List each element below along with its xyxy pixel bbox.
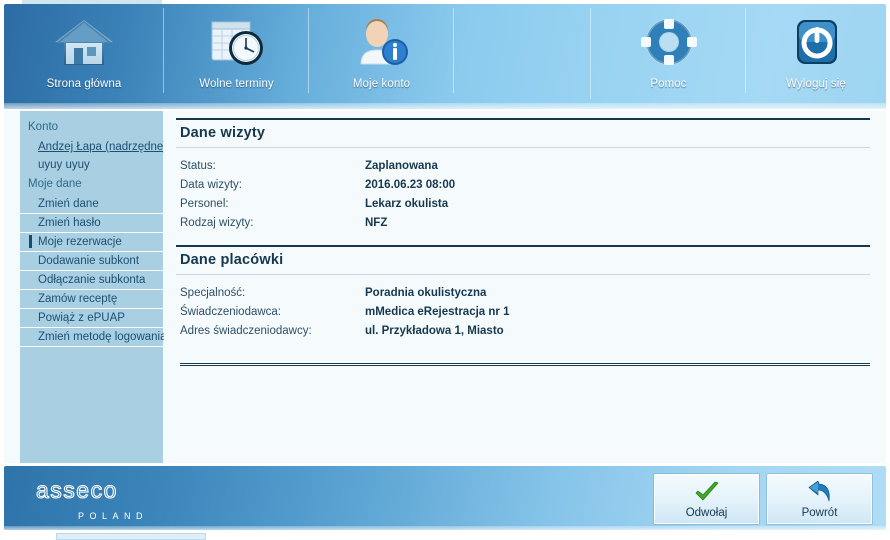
button-label: Powrót <box>801 506 838 519</box>
nav-label: Pomoc <box>650 78 687 90</box>
field-row-status: Status: Zaplanowana <box>176 157 870 176</box>
field-value: Poradnia okulistyczna <box>365 287 487 299</box>
sidebar-item-zmien-haslo[interactable]: Zmień hasło <box>20 214 163 233</box>
section-title-dane-wizyty: Dane wizyty <box>180 125 266 141</box>
nav-pomoc[interactable]: Pomoc <box>591 4 746 103</box>
sidebar-item-zmien-metode-logowania[interactable]: Zmień metodę logowania <box>20 328 167 347</box>
nav-label: Moje konto <box>352 78 411 90</box>
field-label: Rodzaj wizyty: <box>180 217 254 229</box>
main-content: Dane wizyty Status: Zaplanowana Data wiz… <box>164 111 886 463</box>
main-navigation-bar: Strona główna Wolne terminy Moje konto P… <box>4 4 886 109</box>
logo-subtitle: POLAND <box>77 511 148 521</box>
field-row-specjalnosc: Specjalność: Poradnia okulistyczna <box>176 284 870 303</box>
field-value: Zaplanowana <box>365 160 438 172</box>
field-label: Specjalność: <box>180 287 246 299</box>
user-info-icon <box>351 14 413 72</box>
page-footer: asseco POLAND Odwołaj Powrót <box>4 466 886 530</box>
logo-word-text: asseco <box>36 479 118 503</box>
field-label: Świadczeniodawca: <box>180 306 282 318</box>
odwolaj-button[interactable]: Odwołaj <box>654 474 759 524</box>
nav-label: Strona główna <box>46 78 122 90</box>
sidebar-item-user-link[interactable]: Andzej Łapa (nadrzędne) <box>20 138 167 156</box>
field-value: ul. Przykładowa 1, Miasto <box>365 325 504 337</box>
field-row-data-wizyty: Data wizyty: 2016.06.23 08:00 <box>176 176 870 195</box>
sidebar-item-moje-rezerwacje[interactable]: Moje rezerwacje <box>20 233 163 252</box>
footer-action-buttons: Odwołaj Powrót <box>654 474 872 524</box>
sidebar-group-konto: Konto <box>28 121 59 133</box>
field-label: Personel: <box>180 198 229 210</box>
section-divider-bottom-2 <box>176 274 870 275</box>
power-icon <box>785 14 847 72</box>
field-row-swiadczeniodawca: Świadczeniodawca: mMedica eRejestracja n… <box>176 303 870 322</box>
field-row-rodzaj-wizyty: Rodzaj wizyty: NFZ <box>176 214 870 233</box>
field-label: Adres świadczeniodawcy: <box>180 325 312 337</box>
field-value: Lekarz okulista <box>365 198 449 210</box>
back-arrow-icon <box>806 480 834 506</box>
sidebar-item-zmien-dane[interactable]: Zmień dane <box>20 195 163 214</box>
window-bottom-sliver <box>56 533 206 540</box>
lifebuoy-icon <box>638 14 700 72</box>
field-value: mMedica eRejestracja nr 1 <box>365 306 510 318</box>
asseco-poland-logo: asseco POLAND <box>35 476 186 521</box>
sidebar-item-dodawanie-subkont[interactable]: Dodawanie subkont <box>20 252 163 271</box>
nav-wolne-terminy[interactable]: Wolne terminy <box>164 4 309 103</box>
calendar-clock-icon <box>206 14 268 72</box>
nav-wyloguj-sie[interactable]: Wyloguj się <box>746 4 886 103</box>
nav-moje-konto[interactable]: Moje konto <box>309 4 454 103</box>
green-check-icon <box>693 480 721 506</box>
section-title-dane-placowki: Dane placówki <box>180 252 284 268</box>
button-label: Odwołaj <box>685 506 728 519</box>
field-label: Data wizyty: <box>180 179 242 191</box>
sidebar-item-powiaz-z-epuap[interactable]: Powiąż z ePUAP <box>20 309 163 328</box>
sidebar-item-user-sub: uyuy uyuy <box>38 159 90 171</box>
sidebar-group-moje-dane: Moje dane <box>28 178 82 190</box>
sidebar-menu: Konto Andzej Łapa (nadrzędne) uyuy uyuy … <box>20 111 167 463</box>
nav-label: Wolne terminy <box>199 78 274 90</box>
field-value: NFZ <box>365 217 388 229</box>
asseco-wordmark: asseco <box>35 476 118 503</box>
field-label: Status: <box>180 160 216 172</box>
field-row-adres-swiadczeniodawcy: Adres świadczeniodawcy: ul. Przykładowa … <box>176 322 870 341</box>
home-icon <box>53 14 115 72</box>
sidebar-item-zamow-recepte[interactable]: Zamów receptę <box>20 290 163 309</box>
section-divider-bottom <box>176 147 870 148</box>
powrot-button[interactable]: Powrót <box>767 474 872 524</box>
nav-label: Wyloguj się <box>786 78 846 90</box>
nav-empty-spacer <box>454 4 591 109</box>
content-bottom-divider <box>180 363 870 366</box>
page-body: Konto Andzej Łapa (nadrzędne) uyuy uyuy … <box>4 111 886 463</box>
field-value: 2016.06.23 08:00 <box>365 179 456 191</box>
erejestracja-app: Strona główna Wolne terminy Moje konto P… <box>0 0 890 540</box>
field-row-personel: Personel: Lekarz okulista <box>176 195 870 214</box>
nav-strona-glowna[interactable]: Strona główna <box>4 4 164 103</box>
sidebar-item-odlaczanie-subkonta[interactable]: Odłączanie subkonta <box>20 271 163 290</box>
